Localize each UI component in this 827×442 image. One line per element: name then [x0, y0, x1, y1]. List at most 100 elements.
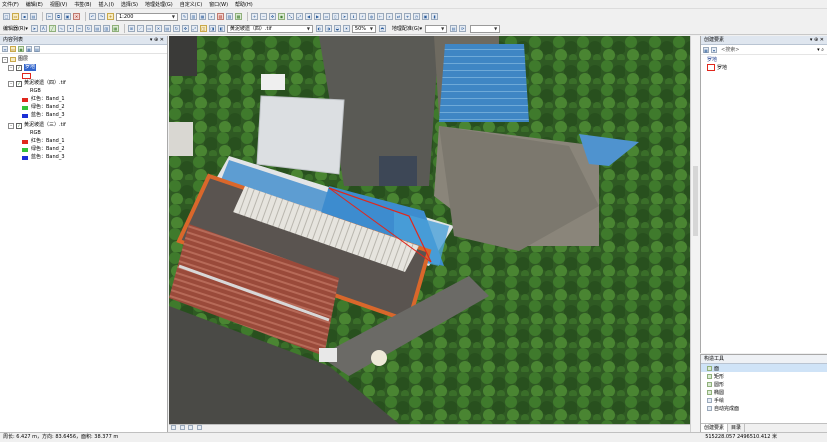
fixed-zoom-in-icon[interactable]: ⤡: [287, 13, 294, 20]
measure-icon[interactable]: ⊢: [377, 13, 384, 20]
layer-visibility-checkbox[interactable]: ✓: [16, 122, 22, 129]
tool-auto-complete[interactable]: 自动完成面: [701, 404, 827, 412]
python-icon[interactable]: ▨: [226, 13, 233, 20]
layout-view-icon[interactable]: [179, 425, 185, 430]
collapse-icon[interactable]: −: [8, 80, 14, 87]
layer-three[interactable]: − ✓ 黄泥坡遗（三）.tif: [8, 122, 66, 129]
layer-combo[interactable]: 黄泥坡遗（四）.tif ▼: [226, 24, 313, 33]
refresh-icon[interactable]: [188, 425, 194, 430]
editor-toolbar-icon[interactable]: ✎: [181, 13, 188, 20]
tool-circle[interactable]: 圆形: [701, 380, 827, 388]
group-icon[interactable]: ▾: [711, 46, 717, 53]
add-data-icon[interactable]: +: [107, 13, 114, 20]
menu-help[interactable]: 帮助(H): [235, 1, 253, 8]
menu-geoprocessing[interactable]: 地理处理(G): [145, 1, 173, 8]
georef-scale-icon[interactable]: ⤢: [190, 25, 198, 32]
brightness-icon[interactable]: ☀: [342, 25, 350, 32]
georef-layer-combo[interactable]: ▼: [425, 24, 448, 33]
paste-icon[interactable]: ▣: [64, 13, 71, 20]
create-features-icon[interactable]: ▦: [111, 25, 119, 32]
menu-bookmarks[interactable]: 书签(B): [74, 1, 91, 8]
menu-file[interactable]: 文件(F): [2, 1, 19, 8]
redo-icon[interactable]: ↷: [98, 13, 105, 20]
menu-view[interactable]: 视图(V): [50, 1, 67, 8]
menu-edit[interactable]: 编辑(E): [26, 1, 43, 8]
georef-auto-icon[interactable]: ◨: [208, 25, 216, 32]
menu-customize[interactable]: 自定义(C): [180, 1, 202, 8]
point-icon[interactable]: •: [66, 25, 74, 32]
georef-delete-icon[interactable]: ✕: [154, 25, 162, 32]
edit-annotation-icon[interactable]: A: [39, 25, 47, 32]
back-extent-icon[interactable]: ◀: [305, 13, 312, 20]
pause-icon[interactable]: [196, 425, 202, 430]
georef-tool-icon[interactable]: ⊞: [127, 25, 135, 32]
list-by-source-icon[interactable]: ▭: [10, 46, 16, 52]
menu-insert[interactable]: 插入(I): [99, 1, 114, 8]
model-builder-icon[interactable]: ▩: [235, 13, 242, 20]
tool-freehand[interactable]: 手绘: [701, 396, 827, 404]
tool-polygon[interactable]: 面: [701, 364, 827, 372]
swipe-icon[interactable]: ◐: [315, 25, 323, 32]
pin-close-icon[interactable]: ▾ ⊕ ✕: [150, 36, 164, 44]
tool-rectangle[interactable]: 矩形: [701, 372, 827, 380]
georef-fit-icon[interactable]: ◫: [199, 25, 207, 32]
zoom-percent-combo[interactable]: 50% ▼: [351, 24, 376, 33]
forward-extent-icon[interactable]: ▶: [314, 13, 321, 20]
contrast-icon[interactable]: ◒: [333, 25, 341, 32]
viewer-window-icon[interactable]: ▣: [422, 13, 429, 20]
data-view-icon[interactable]: [171, 425, 176, 430]
template-item[interactable]: 罗地: [701, 63, 827, 71]
list-by-drawing-order-icon[interactable]: ≡: [2, 46, 8, 52]
collapse-icon[interactable]: −: [8, 122, 14, 129]
georef-link-icon[interactable]: ⟋: [136, 25, 144, 32]
zoom-out-icon[interactable]: −: [260, 13, 267, 20]
toolbox-icon[interactable]: ▧: [217, 13, 224, 20]
tab-create-features[interactable]: 创建要素: [701, 424, 729, 432]
undo-icon[interactable]: ↶: [89, 13, 96, 20]
editor-menu[interactable]: 编辑器(R)▾: [3, 25, 28, 32]
layer-toolbar-icon[interactable]: ◧: [217, 25, 225, 32]
template-group[interactable]: 罗地: [701, 55, 827, 63]
search-icon[interactable]: ▾ ⌕: [817, 47, 824, 53]
scrollbar-thumb[interactable]: [693, 166, 698, 236]
toc-options-icon[interactable]: ▤: [34, 46, 40, 52]
time-slider-icon[interactable]: ◷: [413, 13, 420, 20]
organize-templates-icon[interactable]: ▦: [703, 46, 709, 53]
copy-icon[interactable]: ⧉: [55, 13, 62, 20]
georef-rotate-icon[interactable]: ↻: [172, 25, 180, 32]
collapse-icon[interactable]: −: [2, 56, 8, 63]
georef-input-combo[interactable]: ▼: [470, 24, 501, 33]
tool-ellipse[interactable]: 椭圆: [701, 388, 827, 396]
attributes-icon[interactable]: ▤: [93, 25, 101, 32]
straight-segment-icon[interactable]: ╱: [48, 25, 56, 32]
edit-tool-icon[interactable]: ➤: [30, 25, 38, 32]
search-input[interactable]: <搜索>: [721, 46, 817, 53]
map-view[interactable]: [169, 36, 690, 424]
pan-icon[interactable]: ✥: [269, 13, 276, 20]
rotate-icon[interactable]: ↻: [84, 25, 92, 32]
identify-icon[interactable]: ℹ: [350, 13, 357, 20]
find-icon[interactable]: ⌕: [386, 13, 393, 20]
menu-windows[interactable]: 窗口(W): [209, 1, 228, 8]
goto-xy-icon[interactable]: ⌖: [404, 13, 411, 20]
georef-options-icon[interactable]: ▤: [450, 25, 458, 32]
hyperlink-icon[interactable]: ⚡: [359, 13, 366, 20]
collapse-icon[interactable]: −: [8, 64, 14, 71]
layer-luodi[interactable]: − ✓ 罗地: [8, 64, 37, 71]
sketch-properties-icon[interactable]: ▥: [102, 25, 110, 32]
scale-combo[interactable]: 1:200 ▼: [116, 12, 178, 21]
print-icon[interactable]: ▤: [30, 13, 37, 20]
pin-close-icon[interactable]: ▾ ⊕ ✕: [810, 36, 824, 44]
select-features-icon[interactable]: ▭: [323, 13, 330, 20]
map-vertical-scrollbar[interactable]: [690, 36, 700, 432]
tab-catalog[interactable]: 目录: [728, 424, 746, 432]
save-icon[interactable]: ▪: [21, 13, 28, 20]
menu-selection[interactable]: 选择(S): [121, 1, 138, 8]
search-window-icon[interactable]: ⌕: [208, 13, 215, 20]
html-popup-icon[interactable]: ◍: [368, 13, 375, 20]
trace-icon[interactable]: ∿: [57, 25, 65, 32]
layer-four[interactable]: − ✓ 黄泥坡遗（四）.tif: [8, 80, 66, 87]
full-extent-icon[interactable]: ◉: [278, 13, 285, 20]
select-elements-icon[interactable]: ➤: [341, 13, 348, 20]
pause-drawing-icon[interactable]: ▮: [431, 13, 438, 20]
